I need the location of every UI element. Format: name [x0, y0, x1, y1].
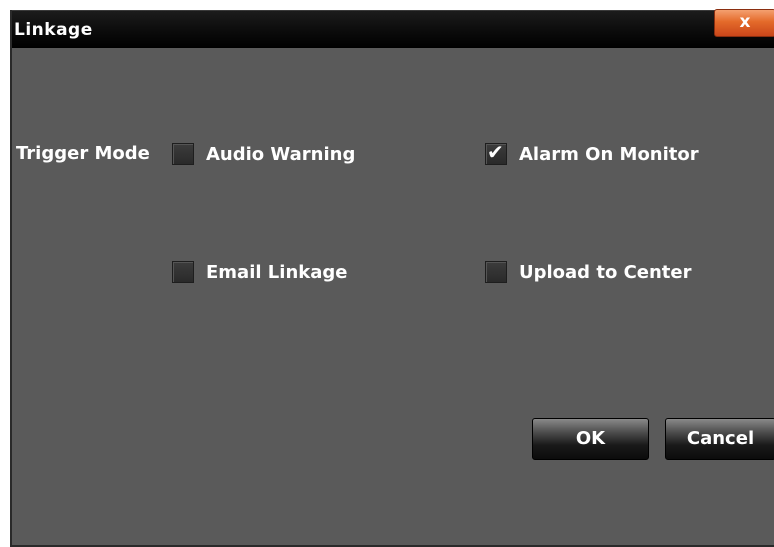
audio-warning-option[interactable]: Audio Warning [172, 143, 355, 165]
upload-to-center-label: Upload to Center [519, 261, 692, 283]
upload-to-center-option[interactable]: Upload to Center [485, 261, 692, 283]
title-bar[interactable]: Linkage x [12, 9, 774, 48]
upload-to-center-checkbox[interactable] [485, 261, 507, 283]
dialog-title: Linkage [14, 20, 93, 40]
alarm-on-monitor-checkbox[interactable]: ✔ [485, 140, 507, 165]
checkmark-icon: ✔ [487, 140, 504, 164]
trigger-mode-label: Trigger Mode [16, 143, 150, 164]
alarm-on-monitor-label: Alarm On Monitor [519, 143, 699, 165]
close-icon: x [739, 12, 751, 32]
email-linkage-label: Email Linkage [206, 261, 348, 283]
audio-warning-label: Audio Warning [206, 143, 356, 165]
email-linkage-checkbox[interactable] [172, 261, 194, 283]
ok-button[interactable]: OK [532, 418, 649, 460]
email-linkage-option[interactable]: Email Linkage [172, 261, 347, 283]
linkage-dialog: Linkage x Trigger Mode Audio Warning ✔ A… [10, 9, 774, 547]
cancel-button[interactable]: Cancel [665, 418, 774, 460]
alarm-on-monitor-option[interactable]: ✔ Alarm On Monitor [485, 140, 699, 165]
audio-warning-checkbox[interactable] [172, 143, 194, 165]
close-button[interactable]: x [714, 9, 774, 37]
